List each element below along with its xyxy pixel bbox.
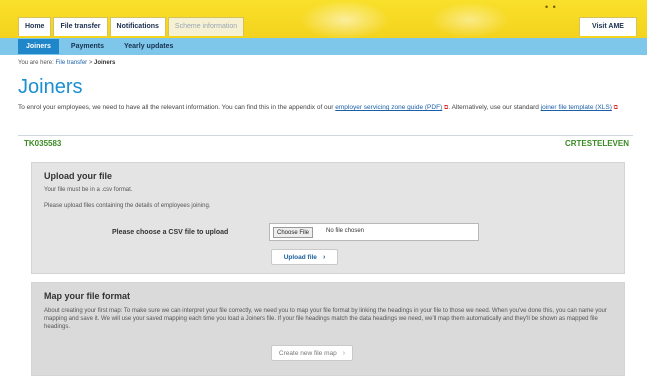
account-reference: TK035583 xyxy=(24,139,62,148)
choose-file-button[interactable]: Choose File xyxy=(273,227,314,238)
chevron-right-icon: › xyxy=(342,350,346,357)
upload-instructions: Please upload files containing the detai… xyxy=(44,203,211,209)
tab-notifications[interactable]: Notifications xyxy=(109,17,166,36)
main-nav-tabs: Home File transfer Notifications Scheme … xyxy=(18,17,245,36)
upload-title: Upload your file xyxy=(44,171,113,181)
divider xyxy=(18,135,633,136)
csv-file-input[interactable]: Choose File No file chosen xyxy=(269,223,479,241)
chevron-right-icon: › xyxy=(322,254,326,261)
subnav-item-payments[interactable]: Payments xyxy=(63,39,112,54)
upload-file-label: Upload file xyxy=(283,254,317,261)
breadcrumb-separator: > xyxy=(87,60,95,66)
intro-text-middle: . Alternatively, use our standard xyxy=(448,104,541,111)
external-link-icon: ⧉ xyxy=(613,105,618,111)
choose-file-label: Please choose a CSV file to upload xyxy=(112,229,229,236)
upload-file-button[interactable]: Upload file › xyxy=(271,249,338,265)
header-decoration xyxy=(300,0,390,40)
header-decoration xyxy=(430,2,510,38)
breadcrumb-current: Joiners xyxy=(94,60,116,66)
map-file-format-panel: Map your file format About creating your… xyxy=(31,282,625,376)
intro-text-start: To enrol your employees, we need to have… xyxy=(18,104,336,111)
header-dots: • • xyxy=(545,2,557,12)
guide-pdf-link[interactable]: employer servicing zone guide (PDF) xyxy=(335,104,442,111)
tab-file-transfer[interactable]: File transfer xyxy=(53,17,108,36)
format-note: Your file must be in a .csv format. xyxy=(44,187,133,193)
sub-nav-tabs: Joiners Payments Yearly updates xyxy=(18,39,181,54)
upload-panel: Upload your file Your file must be in a … xyxy=(31,162,625,274)
create-file-map-button[interactable]: Create new file map › xyxy=(271,345,353,361)
file-status-text: No file chosen xyxy=(326,228,365,234)
map-description: About creating your first map: To make s… xyxy=(44,308,607,330)
tab-home[interactable]: Home xyxy=(18,17,52,36)
organisation-name: CRTESTELEVEN xyxy=(564,139,629,148)
subnav-item-yearly-updates[interactable]: Yearly updates xyxy=(116,39,181,54)
tab-scheme-information[interactable]: Scheme information xyxy=(167,17,245,36)
intro-text: To enrol your employees, we need to have… xyxy=(18,104,633,112)
subnav-item-joiners[interactable]: Joiners xyxy=(18,39,59,54)
visit-ame-link[interactable]: Visit AME xyxy=(579,17,637,36)
breadcrumb-prefix: You are here: xyxy=(18,60,56,66)
create-file-map-label: Create new file map xyxy=(278,350,337,357)
top-header-bar: • • Home File transfer Notifications Sch… xyxy=(0,0,647,40)
page-title: Joiners xyxy=(18,76,83,98)
template-xls-link[interactable]: joiner file template (XLS) xyxy=(541,104,612,111)
breadcrumb: You are here: File transfer > Joiners xyxy=(18,60,115,66)
breadcrumb-link-file-transfer[interactable]: File transfer xyxy=(55,60,87,66)
map-title: Map your file format xyxy=(44,291,131,301)
sub-nav-bar: Joiners Payments Yearly updates xyxy=(0,38,647,55)
